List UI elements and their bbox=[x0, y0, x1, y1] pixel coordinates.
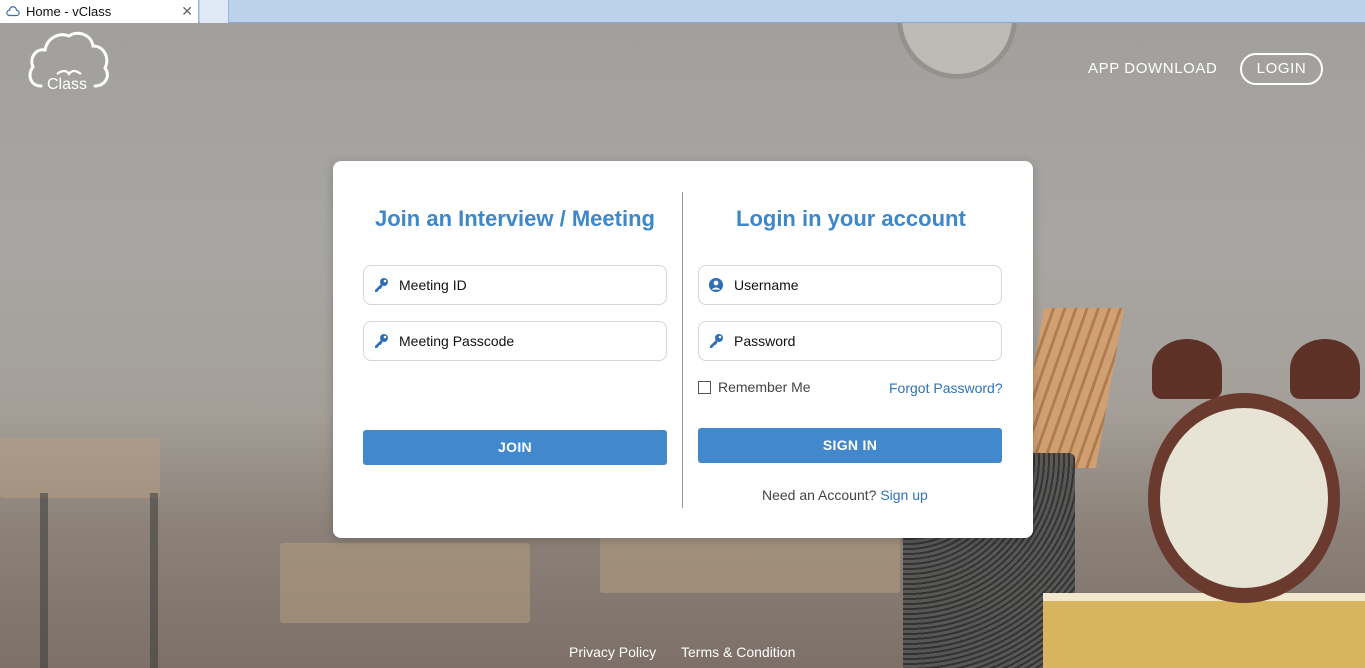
vclass-logo[interactable]: Class bbox=[27, 30, 111, 93]
login-panel-title: Login in your account bbox=[736, 206, 966, 231]
alarm-clock-face-image bbox=[1160, 408, 1328, 588]
need-account-text: Need an Account? bbox=[762, 487, 877, 503]
meeting-id-field[interactable] bbox=[363, 265, 667, 305]
browser-tab-title: Home - vClass bbox=[26, 4, 112, 19]
cloud-logo-icon: Class bbox=[28, 31, 109, 93]
forgot-password-link[interactable]: Forgot Password? bbox=[889, 380, 1003, 396]
browser-tab-strip: Home - vClass ✕ bbox=[0, 0, 1365, 23]
join-button[interactable]: JOIN bbox=[363, 430, 667, 465]
chair-leg-image bbox=[150, 493, 158, 668]
logo-text: Class bbox=[47, 76, 87, 92]
meeting-passcode-field[interactable] bbox=[363, 321, 667, 361]
sign-up-link[interactable]: Sign up bbox=[880, 487, 927, 503]
key-icon bbox=[375, 278, 388, 292]
sign-in-button[interactable]: SIGN IN bbox=[698, 428, 1002, 463]
username-input[interactable] bbox=[734, 277, 984, 293]
remember-me[interactable]: Remember Me bbox=[698, 379, 811, 395]
terms-link[interactable]: Terms & Condition bbox=[681, 644, 795, 660]
password-input[interactable] bbox=[734, 333, 984, 349]
app-download-link[interactable]: APP DOWNLOAD bbox=[1088, 60, 1217, 77]
remember-me-label: Remember Me bbox=[718, 379, 811, 395]
book-image bbox=[1043, 593, 1365, 668]
desk-image bbox=[280, 543, 530, 623]
close-tab-icon[interactable]: ✕ bbox=[181, 3, 193, 20]
remember-me-checkbox[interactable] bbox=[698, 380, 711, 394]
username-field[interactable] bbox=[698, 265, 1002, 305]
browser-tab[interactable]: Home - vClass ✕ bbox=[0, 0, 199, 23]
vclass-favicon-icon bbox=[6, 5, 20, 16]
key-icon bbox=[375, 334, 388, 348]
join-panel-title: Join an Interview / Meeting bbox=[375, 206, 655, 231]
panel-divider bbox=[682, 192, 683, 508]
alarm-bell-image bbox=[1290, 339, 1360, 399]
desk-image bbox=[0, 438, 160, 498]
key-icon bbox=[710, 334, 723, 348]
meeting-id-input[interactable] bbox=[399, 277, 649, 293]
privacy-policy-link[interactable]: Privacy Policy bbox=[569, 644, 656, 660]
meeting-passcode-input[interactable] bbox=[399, 333, 649, 349]
new-tab-button[interactable] bbox=[200, 0, 229, 23]
header-login-button[interactable]: LOGIN bbox=[1240, 53, 1323, 85]
alarm-bell-image bbox=[1152, 339, 1222, 399]
desk-image bbox=[600, 533, 900, 593]
auth-card: Join an Interview / Meeting JOIN Login i… bbox=[333, 161, 1033, 538]
user-circle-icon bbox=[709, 278, 723, 292]
wall-clock-image bbox=[897, 23, 1017, 79]
chair-leg-image bbox=[40, 493, 48, 668]
password-field[interactable] bbox=[698, 321, 1002, 361]
signup-prompt: Need an Account? Sign up bbox=[762, 487, 928, 503]
